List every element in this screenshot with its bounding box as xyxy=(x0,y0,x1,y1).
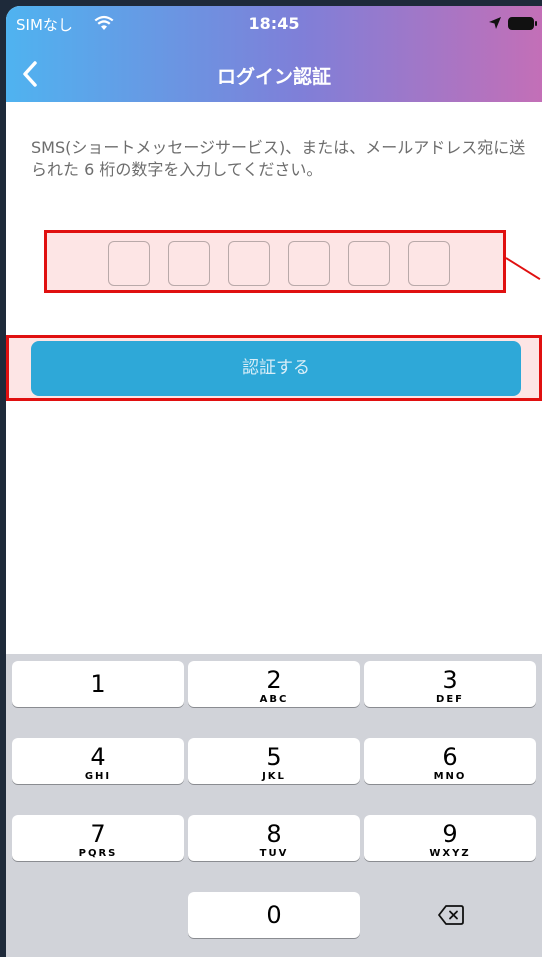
code-digit-1[interactable] xyxy=(108,241,150,286)
key-7[interactable]: 7 PQRS xyxy=(12,815,184,861)
key-digit: 8 xyxy=(266,820,282,848)
key-8[interactable]: 8 TUV xyxy=(188,815,360,861)
battery-icon xyxy=(508,17,537,30)
key-digit: 2 xyxy=(266,666,282,694)
key-digit: 3 xyxy=(442,666,458,694)
key-digit: 9 xyxy=(442,820,458,848)
instructions-text: SMS(ショートメッセージサービス)、または、メールアドレス宛に送られた 6 桁… xyxy=(31,138,526,179)
key-digit: 5 xyxy=(266,743,282,771)
code-digit-6[interactable] xyxy=(408,241,450,286)
key-letters: WXYZ xyxy=(429,848,471,859)
key-0[interactable]: 0 xyxy=(188,892,360,938)
phone-screen: SIMなし 18:45 ログイン認証 SMS(ショートメッセージサービス)、また… xyxy=(6,6,542,957)
numeric-keypad: 1 2 ABC 3 DEF 4 GHI 5 JKL 6 MNO 7 PQRS 8… xyxy=(6,654,542,957)
key-letters: ABC xyxy=(259,694,289,705)
key-2[interactable]: 2 ABC xyxy=(188,661,360,707)
authenticate-button[interactable]: 認証する xyxy=(31,341,521,396)
key-digit: 1 xyxy=(90,670,106,698)
key-5[interactable]: 5 JKL xyxy=(188,738,360,784)
key-digit: 7 xyxy=(90,820,106,848)
code-digit-4[interactable] xyxy=(288,241,330,286)
key-letters: TUV xyxy=(259,848,289,859)
key-1[interactable]: 1 xyxy=(12,661,184,707)
key-letters: DEF xyxy=(436,694,464,705)
key-letters: JKL xyxy=(262,771,286,782)
key-digit: 4 xyxy=(90,743,106,771)
location-arrow-icon xyxy=(489,17,501,29)
key-6[interactable]: 6 MNO xyxy=(364,738,536,784)
key-letters: GHI xyxy=(84,771,112,782)
key-digit: 0 xyxy=(266,901,282,929)
page-title: ログイン認証 xyxy=(216,66,331,88)
delete-key[interactable] xyxy=(364,892,536,938)
status-bar: SIMなし 18:45 xyxy=(6,6,542,46)
code-digit-3[interactable] xyxy=(228,241,270,286)
backspace-icon xyxy=(438,905,464,925)
key-digit: 6 xyxy=(442,743,458,771)
clock: 18:45 xyxy=(248,14,300,33)
code-digit-5[interactable] xyxy=(348,241,390,286)
annotation-pointer xyxy=(505,257,541,281)
code-input-group xyxy=(44,230,506,293)
nav-bar: ログイン認証 xyxy=(6,50,542,98)
header: SIMなし 18:45 ログイン認証 xyxy=(6,6,542,102)
key-letters: MNO xyxy=(433,771,467,782)
code-digit-2[interactable] xyxy=(168,241,210,286)
key-3[interactable]: 3 DEF xyxy=(364,661,536,707)
key-4[interactable]: 4 GHI xyxy=(12,738,184,784)
key-letters: PQRS xyxy=(78,848,118,859)
key-9[interactable]: 9 WXYZ xyxy=(364,815,536,861)
